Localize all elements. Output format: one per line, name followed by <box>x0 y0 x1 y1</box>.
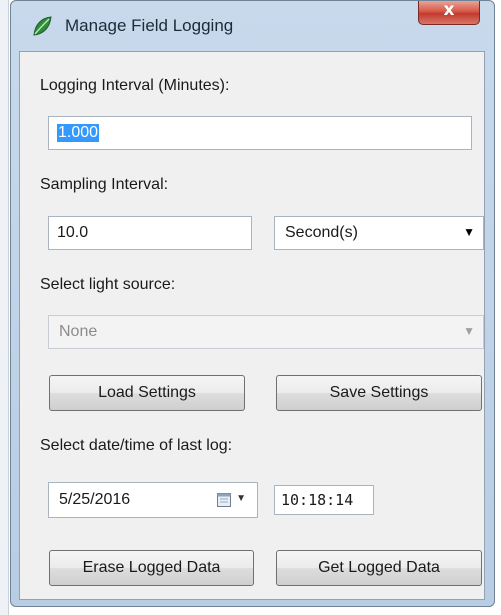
manage-field-logging-dialog: Manage Field Logging x Logging Interval … <box>10 0 495 607</box>
sampling-unit-value: Second(s) <box>285 224 358 241</box>
calendar-icon[interactable] <box>217 492 231 507</box>
last-log-time-value: 10:18:14 <box>281 491 354 509</box>
chevron-down-icon: ▼ <box>463 324 475 338</box>
sampling-interval-value: 10.0 <box>57 224 89 241</box>
light-source-value: None <box>59 323 98 340</box>
title-bar[interactable]: Manage Field Logging x <box>11 0 494 51</box>
background-divider <box>8 0 9 615</box>
sampling-interval-input[interactable]: 10.0 <box>48 216 252 250</box>
logging-interval-label: Logging Interval (Minutes): <box>40 77 230 94</box>
last-log-date-value: 5/25/2016 <box>59 491 131 508</box>
load-settings-button[interactable]: Load Settings <box>49 375 245 411</box>
light-source-dropdown[interactable]: None ▼ <box>48 315 484 349</box>
window-title: Manage Field Logging <box>65 16 234 35</box>
erase-logged-data-button[interactable]: Erase Logged Data <box>49 550 254 586</box>
screen: Manage Field Logging x Logging Interval … <box>0 0 501 615</box>
chevron-down-icon[interactable]: ▼ <box>236 493 246 504</box>
chevron-down-icon: ▼ <box>463 225 475 239</box>
logging-interval-value: 1.000 <box>57 124 100 142</box>
sampling-interval-label: Sampling Interval: <box>40 176 169 193</box>
last-log-date-picker[interactable]: 5/25/2016 ▼ <box>48 482 258 518</box>
save-settings-button[interactable]: Save Settings <box>276 375 482 411</box>
get-logged-data-button[interactable]: Get Logged Data <box>276 550 482 586</box>
sampling-unit-dropdown[interactable]: Second(s) ▼ <box>274 216 484 250</box>
last-log-label: Select date/time of last log: <box>40 437 233 454</box>
close-button[interactable]: x <box>418 0 480 25</box>
last-log-time-field[interactable]: 10:18:14 <box>274 485 374 515</box>
dialog-content: Logging Interval (Minutes): 1.000 Sampli… <box>19 51 485 600</box>
background-strip <box>0 0 8 615</box>
close-icon: x <box>443 0 455 20</box>
leaf-icon <box>33 16 52 36</box>
logging-interval-input[interactable]: 1.000 <box>48 116 472 150</box>
light-source-label: Select light source: <box>40 276 176 293</box>
